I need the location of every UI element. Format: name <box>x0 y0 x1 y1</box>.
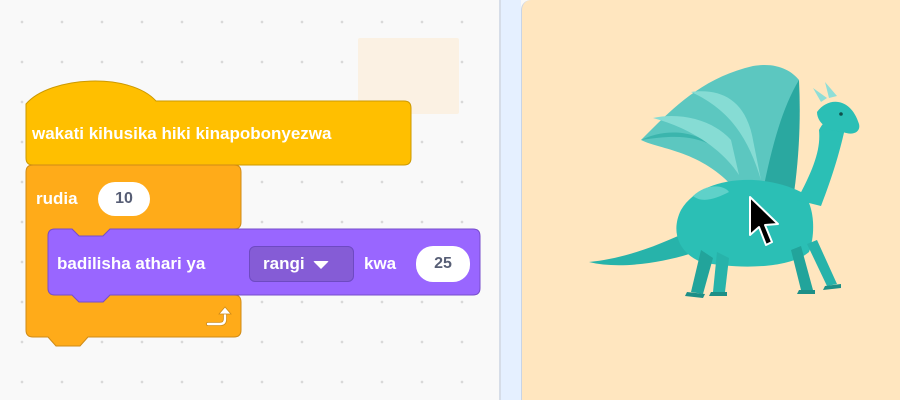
repeat-count-input[interactable]: 10 <box>98 182 150 216</box>
effect-by-label: kwa <box>364 254 397 273</box>
effect-block-label[interactable]: badilisha athari ya <box>57 254 205 274</box>
effect-dropdown[interactable]: rangi <box>249 246 354 282</box>
effect-amount-input[interactable]: 25 <box>416 246 470 282</box>
stage[interactable] <box>521 0 900 400</box>
dropdown-arrow-icon <box>312 261 329 269</box>
effect-dropdown-value: rangi <box>263 254 305 273</box>
pane-divider <box>499 0 521 400</box>
workspace-scrollbar[interactable] <box>499 0 501 400</box>
arrow-cursor-icon <box>749 196 779 246</box>
code-workspace[interactable]: wakati kihusika hiki kinapobonyezwa rudi… <box>0 0 500 400</box>
hat-block-label[interactable]: wakati kihusika hiki kinapobonyezwa <box>32 124 331 144</box>
repeat-block-label[interactable]: rudia <box>36 189 78 209</box>
